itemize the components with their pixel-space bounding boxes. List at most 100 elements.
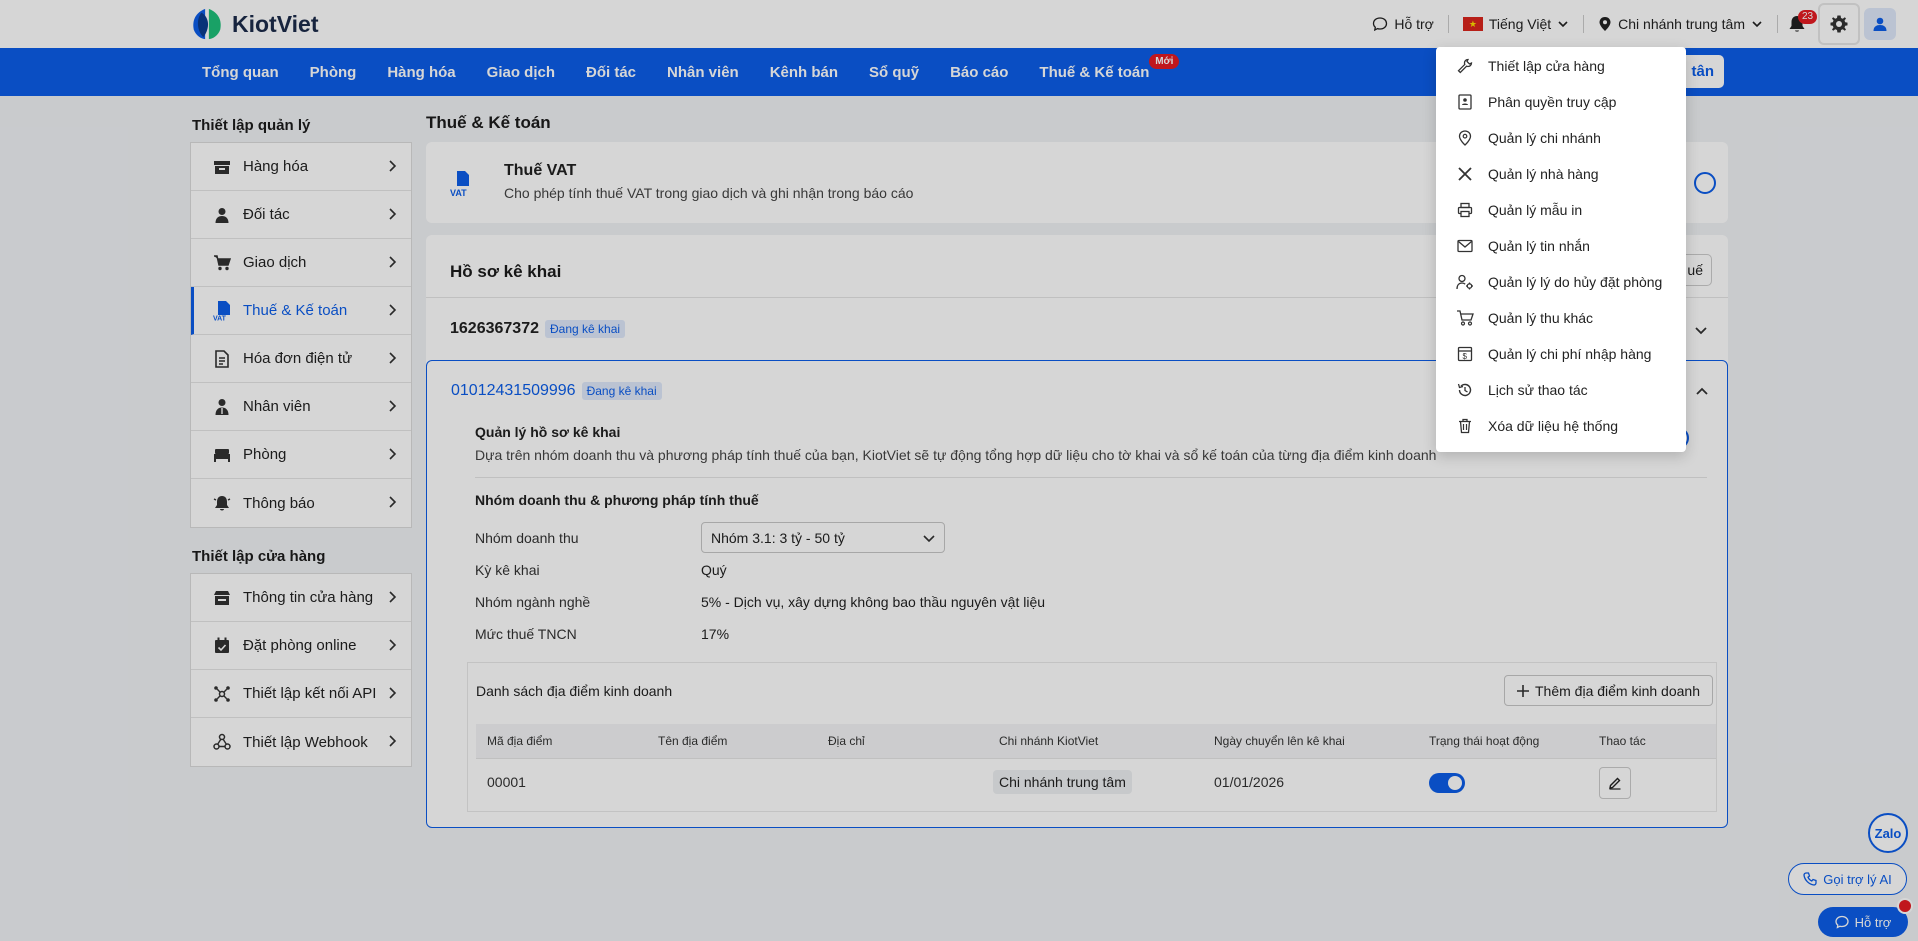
svg-text:$: $: [1463, 352, 1468, 361]
chevron-right-icon: [389, 400, 397, 412]
revenue-group-label: Nhóm doanh thu: [475, 530, 579, 546]
nav-thue-ke-toan[interactable]: Thuế & Kế toán Mới: [1039, 53, 1180, 81]
chevron-right-icon: [389, 208, 397, 220]
box-icon: [213, 158, 231, 176]
menu-item-lich-su[interactable]: Lịch sử thao tác: [1436, 372, 1686, 408]
nav-phong[interactable]: Phòng: [310, 64, 357, 81]
menu-item-nha-hang[interactable]: Quản lý nhà hàng: [1436, 156, 1686, 192]
chevron-right-icon: [389, 352, 397, 364]
menu-item-ly-do-huy[interactable]: Quản lý lý do hủy đặt phòng: [1436, 264, 1686, 300]
sidebar-item-label: Đặt phòng online: [243, 637, 357, 654]
sidebar-item-hoa-don-dien-tu[interactable]: Hóa đơn điện tử: [191, 335, 411, 383]
cart-icon: [213, 254, 231, 272]
locations-title: Danh sách địa điểm kinh doanh: [476, 683, 673, 699]
sidebar-item-webhook[interactable]: Thiết lập Webhook: [191, 718, 411, 766]
ai-assistant-button[interactable]: Gọi trợ lý AI: [1788, 863, 1907, 895]
table-header: Mã địa điểm Tên địa điểm Địa chỉ Chi nhá…: [476, 724, 1716, 759]
divider: [1777, 15, 1778, 33]
edit-button[interactable]: [1599, 767, 1631, 799]
period-value: Quý: [701, 562, 727, 578]
revenue-group-value: Nhóm 3.1: 3 tỷ - 50 tỷ: [711, 529, 845, 546]
sidebar-item-label: Thông báo: [243, 494, 315, 512]
chevron-right-icon: [389, 591, 397, 603]
sidebar-item-hang-hoa[interactable]: Hàng hóa: [191, 143, 411, 191]
brand-name: KiotViet: [232, 10, 319, 37]
chat-bubble-icon: [1373, 17, 1388, 32]
utensils-icon: [1456, 165, 1474, 183]
tax-rate-label: Mức thuế TNCN: [475, 626, 577, 642]
branch-label: Chi nhánh trung tâm: [1618, 16, 1745, 32]
sidebar-item-dat-phong-online[interactable]: Đặt phòng online: [191, 622, 411, 670]
revenue-group-select[interactable]: Nhóm 3.1: 3 tỷ - 50 tỷ: [701, 522, 945, 553]
nav-hang-hoa[interactable]: Hàng hóa: [387, 64, 455, 81]
nav-bao-cao[interactable]: Báo cáo: [950, 64, 1008, 81]
user-gear-icon: [1456, 273, 1474, 291]
branch-select[interactable]: Chi nhánh trung tâm: [1584, 0, 1777, 48]
menu-item-mau-in[interactable]: Quản lý mẫu in: [1436, 192, 1686, 228]
sidebar-item-label: Thuế & Kế toán: [243, 302, 348, 319]
chevron-right-icon: [389, 496, 397, 508]
top-bar: KiotViet Hỗ trợ Tiếng Việt Chi nhánh tru…: [0, 0, 1918, 48]
vietnam-flag-icon: [1462, 17, 1483, 31]
active-toggle[interactable]: [1429, 773, 1465, 793]
location-code: 00001: [487, 774, 526, 790]
sidebar-item-phong[interactable]: Phòng: [191, 431, 411, 479]
trash-icon: [1456, 417, 1474, 435]
settings-button[interactable]: [1818, 3, 1860, 45]
tax-profile-row[interactable]: 01012431509996 Đang kê khai: [451, 382, 662, 400]
sidebar-item-label: Nhân viên: [243, 398, 311, 415]
menu-item-xoa-du-lieu[interactable]: Xóa dữ liệu hệ thống: [1436, 408, 1686, 444]
nav-nhan-vien[interactable]: Nhân viên: [667, 64, 739, 81]
menu-item-label: Quản lý nhà hàng: [1488, 166, 1599, 182]
menu-item-label: Quản lý chi nhánh: [1488, 130, 1601, 146]
sidebar-item-label: Hàng hóa: [243, 158, 309, 175]
nav-giao-dich[interactable]: Giao dịch: [487, 64, 555, 81]
menu-item-thu-khac[interactable]: Quản lý thu khác: [1436, 300, 1686, 336]
chevron-up-icon[interactable]: [1695, 385, 1709, 399]
sidebar-item-thong-bao[interactable]: Thông báo: [191, 479, 411, 527]
sidebar-item-nhan-vien[interactable]: Nhân viên: [191, 383, 411, 431]
tax-profile-id: 1626367372: [450, 320, 539, 337]
sidebar-item-doi-tac[interactable]: Đối tác: [191, 191, 411, 239]
menu-item-label: Quản lý chi phí nhập hàng: [1488, 346, 1652, 362]
sidebar-item-label: Hóa đơn điện tử: [243, 350, 353, 367]
column-header: Mã địa điểm: [487, 734, 553, 748]
chevron-right-icon: [389, 639, 397, 651]
sidebar-item-thong-tin-cua-hang[interactable]: Thông tin cửa hàng: [191, 574, 411, 622]
menu-item-tin-nhan[interactable]: Quản lý tin nhắn: [1436, 228, 1686, 264]
nav-so-quy[interactable]: Sổ quỹ: [869, 64, 919, 81]
divider: [475, 477, 1707, 478]
vat-toggle[interactable]: [1694, 172, 1716, 194]
tax-profile-row[interactable]: 1626367372 Đang kê khai: [450, 320, 626, 338]
gear-icon: [1830, 15, 1848, 33]
menu-item-phan-quyen[interactable]: Phân quyền truy cập: [1436, 84, 1686, 120]
page-title: Thuế & Kế toán: [426, 113, 551, 132]
chevron-down-icon[interactable]: [1694, 323, 1708, 337]
help-chat-button[interactable]: Hỗ trợ: [1818, 907, 1908, 937]
add-location-label: Thêm địa điểm kinh doanh: [1535, 682, 1700, 699]
notification-button[interactable]: 23: [1780, 0, 1818, 48]
nav-tong-quan[interactable]: Tổng quan: [202, 64, 279, 81]
menu-item-chi-nhanh[interactable]: Quản lý chi nhánh: [1436, 120, 1686, 156]
branch-chip: Chi nhánh trung tâm: [993, 770, 1132, 794]
menu-item-thiet-lap-cua-hang[interactable]: Thiết lập cửa hàng: [1436, 48, 1686, 84]
user-avatar[interactable]: [1864, 8, 1896, 40]
menu-item-label: Lịch sử thao tác: [1488, 382, 1588, 398]
sidebar-item-ket-noi-api[interactable]: Thiết lập kết nối API: [191, 670, 411, 718]
status-badge: Đang kê khai: [544, 320, 626, 338]
add-location-button[interactable]: Thêm địa điểm kinh doanh: [1504, 675, 1713, 706]
sidebar-item-giao-dich[interactable]: Giao dịch: [191, 239, 411, 287]
section-title: Hồ sơ kê khai: [450, 262, 562, 281]
sidebar-item-label: Thiết lập Webhook: [243, 733, 368, 751]
support-link[interactable]: Hỗ trợ: [1358, 0, 1448, 48]
zalo-button[interactable]: Zalo: [1868, 813, 1908, 853]
nav-kenh-ban[interactable]: Kênh bán: [770, 64, 838, 81]
help-label: Hỗ trợ: [1854, 914, 1892, 930]
transfer-date: 01/01/2026: [1214, 774, 1285, 790]
menu-item-label: Quản lý lý do hủy đặt phòng: [1488, 274, 1663, 290]
nav-doi-tac[interactable]: Đối tác: [586, 64, 636, 81]
menu-item-chi-phi-nhap-hang[interactable]: $ Quản lý chi phí nhập hàng: [1436, 336, 1686, 372]
brand-logo[interactable]: KiotViet: [190, 7, 318, 41]
sidebar-item-thue-ke-toan[interactable]: VAT Thuế & Kế toán: [191, 287, 411, 335]
language-select[interactable]: Tiếng Việt: [1449, 0, 1583, 48]
